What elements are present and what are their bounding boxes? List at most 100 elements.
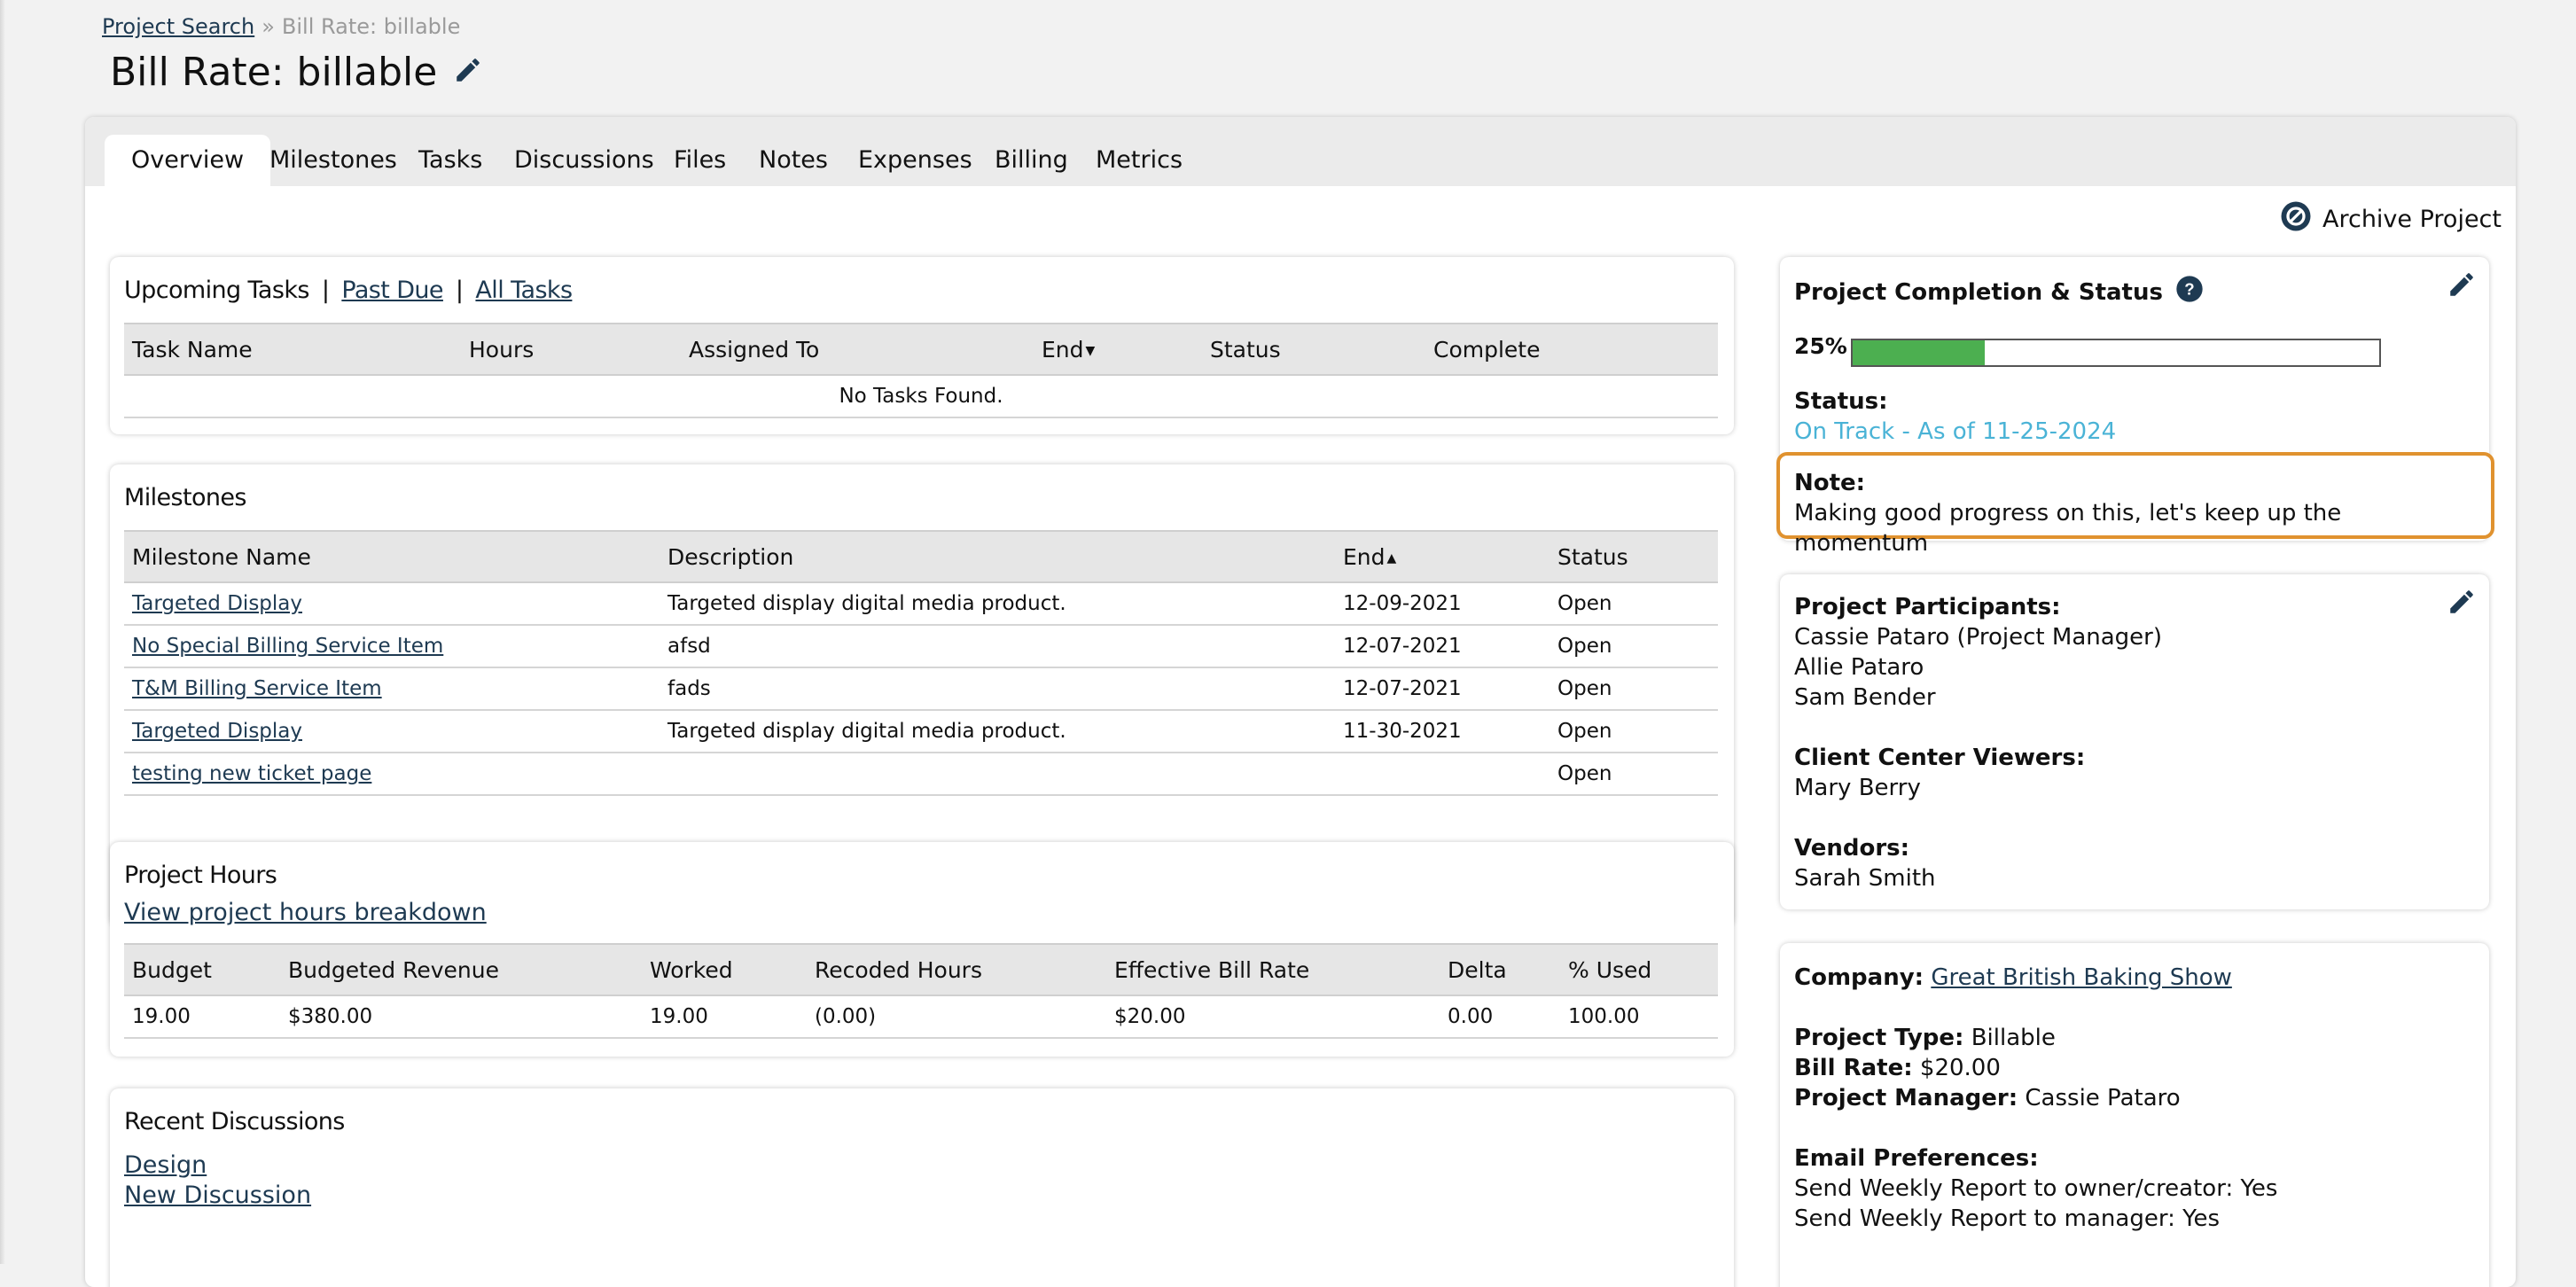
help-icon[interactable]: ? [2175,275,2204,309]
budgeted-revenue-cell: $380.00 [280,995,642,1039]
company-link[interactable]: Great British Baking Show [1931,964,2232,991]
breadcrumb-separator: » [262,14,275,39]
project-manager-row: Project Manager: Cassie Pataro [1794,1083,2277,1113]
table-row: No Tasks Found. [124,375,1718,418]
milestone-link[interactable]: T&M Billing Service Item [132,677,382,700]
column-header-end[interactable]: End ▼ [1034,323,1202,376]
status-value: On Track - As of 11-25-2024 [1794,418,2117,445]
milestone-link[interactable]: No Special Billing Service Item [132,635,443,658]
worked-cell: 19.00 [642,995,807,1039]
edit-status-pencil-icon[interactable] [2447,269,2477,300]
column-header-milestone-name[interactable]: Milestone Name [124,530,660,583]
project-hours-panel: Project Hours View project hours breakdo… [110,842,1734,1057]
bill-rate-row: Bill Rate: $20.00 [1794,1053,2277,1083]
milestone-link[interactable]: testing new ticket page [132,762,371,785]
completion-status-header: Project Completion & Status ? [1794,275,2204,309]
status-block: Status: On Track - As of 11-25-2024 [1794,386,2116,447]
recent-discussions-title: Recent Discussions [124,1108,345,1135]
company-row: Company: Great British Baking Show [1794,963,2277,993]
column-header-end[interactable]: End ▲ [1335,530,1550,583]
project-type-row: Project Type: Billable [1794,1023,2277,1053]
milestone-name-cell: T&M Billing Service Item [124,667,660,711]
email-preference-owner: Send Weekly Report to owner/creator: Yes [1794,1175,2278,1202]
milestone-status-cell: Open [1550,582,1718,626]
milestone-end-cell: 12-09-2021 [1335,582,1550,626]
milestone-end-cell: 12-07-2021 [1335,625,1550,668]
completion-status-title: Project Completion & Status [1794,278,2163,306]
tab-bar: Overview Milestones Tasks Discussions Fi… [85,117,2516,186]
milestone-name-cell: Targeted Display [124,710,660,753]
effective-bill-rate-cell: $20.00 [1106,995,1440,1039]
milestone-status-cell: Open [1550,625,1718,668]
column-header-status[interactable]: Status [1550,530,1718,583]
page-title-row: Bill Rate: billable [110,50,483,95]
column-header-description[interactable]: Description [660,530,1335,583]
milestone-end-cell [1335,753,1550,796]
task-filter-links: Upcoming Tasks | Past Due | All Tasks [124,277,573,304]
column-header-complete[interactable]: Complete [1425,323,1718,376]
vendor-name: Sarah Smith [1794,865,1936,892]
new-discussion-link[interactable]: New Discussion [124,1182,311,1209]
table-row: Targeted Display Targeted display digita… [124,710,1718,753]
tasks-panel: Upcoming Tasks | Past Due | All Tasks Ta… [110,257,1734,434]
page-edge [0,0,5,1264]
milestone-end-cell: 11-30-2021 [1335,710,1550,753]
table-row: Targeted Display Targeted display digita… [124,582,1718,626]
bill-rate-label: Bill Rate: [1794,1055,1913,1081]
archive-project-button[interactable]: Archive Project [2280,200,2502,238]
milestone-name-cell: No Special Billing Service Item [124,625,660,668]
project-manager-value: Cassie Pataro [2025,1085,2181,1112]
column-header-status[interactable]: Status [1202,323,1425,376]
column-header-effective-bill-rate: Effective Bill Rate [1106,943,1440,996]
participant-name: Sam Bender [1794,684,1936,711]
column-header-percent-used: % Used [1560,943,1718,996]
sort-descending-icon: ▼ [1085,343,1096,358]
participants-label: Project Participants: [1794,594,2061,620]
column-header-end-label: End [1042,336,1084,363]
project-type-label: Project Type: [1794,1025,1964,1051]
client-viewer-name: Mary Berry [1794,775,1921,801]
budget-cell: 19.00 [124,995,280,1039]
company-label: Company: [1794,964,1924,991]
table-row: T&M Billing Service Item fads 12-07-2021… [124,667,1718,711]
archive-project-label: Archive Project [2322,206,2502,233]
edit-participants-pencil-icon[interactable] [2447,587,2477,617]
completion-progress-bar [1851,339,2381,367]
column-header-budgeted-revenue: Budgeted Revenue [280,943,642,996]
project-details: Company: Great British Baking Show Proje… [1794,963,2277,1234]
participants-list: Project Participants: Cassie Pataro (Pro… [1794,592,2162,893]
breadcrumb-current: Bill Rate: billable [281,14,461,39]
milestone-description-cell [660,753,1335,796]
recoded-hours-cell: (0.00) [807,995,1106,1039]
participants-panel: Project Participants: Cassie Pataro (Pro… [1780,574,2489,909]
milestone-end-cell: 12-07-2021 [1335,667,1550,711]
divider: | [455,277,464,304]
delta-cell: 0.00 [1440,995,1560,1039]
all-tasks-link[interactable]: All Tasks [475,277,573,304]
edit-title-pencil-icon[interactable] [453,50,483,95]
view-hours-breakdown-link[interactable]: View project hours breakdown [124,899,487,926]
table-row: 19.00 $380.00 19.00 (0.00) $20.00 0.00 1… [124,995,1718,1039]
vendors-label: Vendors: [1794,835,1910,862]
column-header-hours[interactable]: Hours [461,323,681,376]
project-details-panel: Company: Great British Baking Show Proje… [1780,943,2489,1287]
column-header-end-label: End [1343,543,1386,570]
discussion-design-link[interactable]: Design [124,1151,207,1179]
note-label: Note: [1794,470,1866,496]
breadcrumb-project-search-link[interactable]: Project Search [102,14,254,39]
table-row: No Special Billing Service Item afsd 12-… [124,625,1718,668]
milestone-name-cell: Targeted Display [124,582,660,626]
milestone-link[interactable]: Targeted Display [132,720,302,743]
milestone-link[interactable]: Targeted Display [132,592,302,615]
project-overview-card: Overview Milestones Tasks Discussions Fi… [85,117,2516,1287]
recent-discussions-panel: Recent Discussions Design New Discussion [110,1088,1734,1287]
past-due-link[interactable]: Past Due [341,277,443,304]
sort-ascending-icon: ▲ [1386,550,1397,566]
column-header-assigned-to[interactable]: Assigned To [681,323,1034,376]
tab-metrics[interactable]: Metrics [1069,135,1209,186]
status-label: Status: [1794,388,1888,415]
project-hours-title: Project Hours [124,862,277,889]
column-header-task-name[interactable]: Task Name [124,323,461,376]
list-item: Design [124,1150,311,1181]
milestone-status-cell: Open [1550,710,1718,753]
